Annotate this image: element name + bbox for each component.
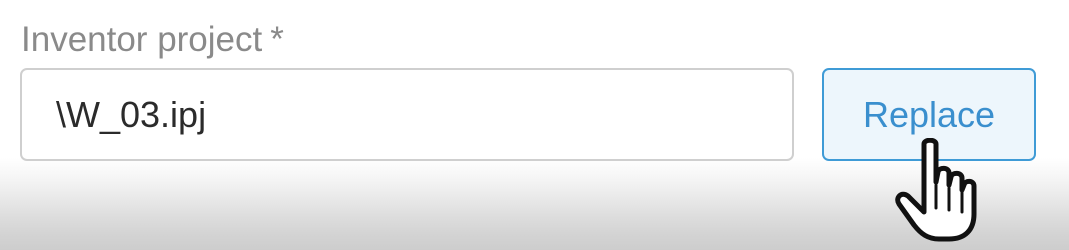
project-path-value: \W_03.ipj — [56, 93, 207, 135]
hand-pointer-icon — [895, 138, 977, 242]
field-label-text: Inventor project — [21, 20, 263, 59]
field-label: Inventor project * — [21, 18, 284, 62]
required-marker: * — [270, 20, 284, 59]
replace-button-label: Replace — [862, 93, 996, 135]
project-path-input[interactable]: \W_03.ipj — [20, 68, 794, 161]
